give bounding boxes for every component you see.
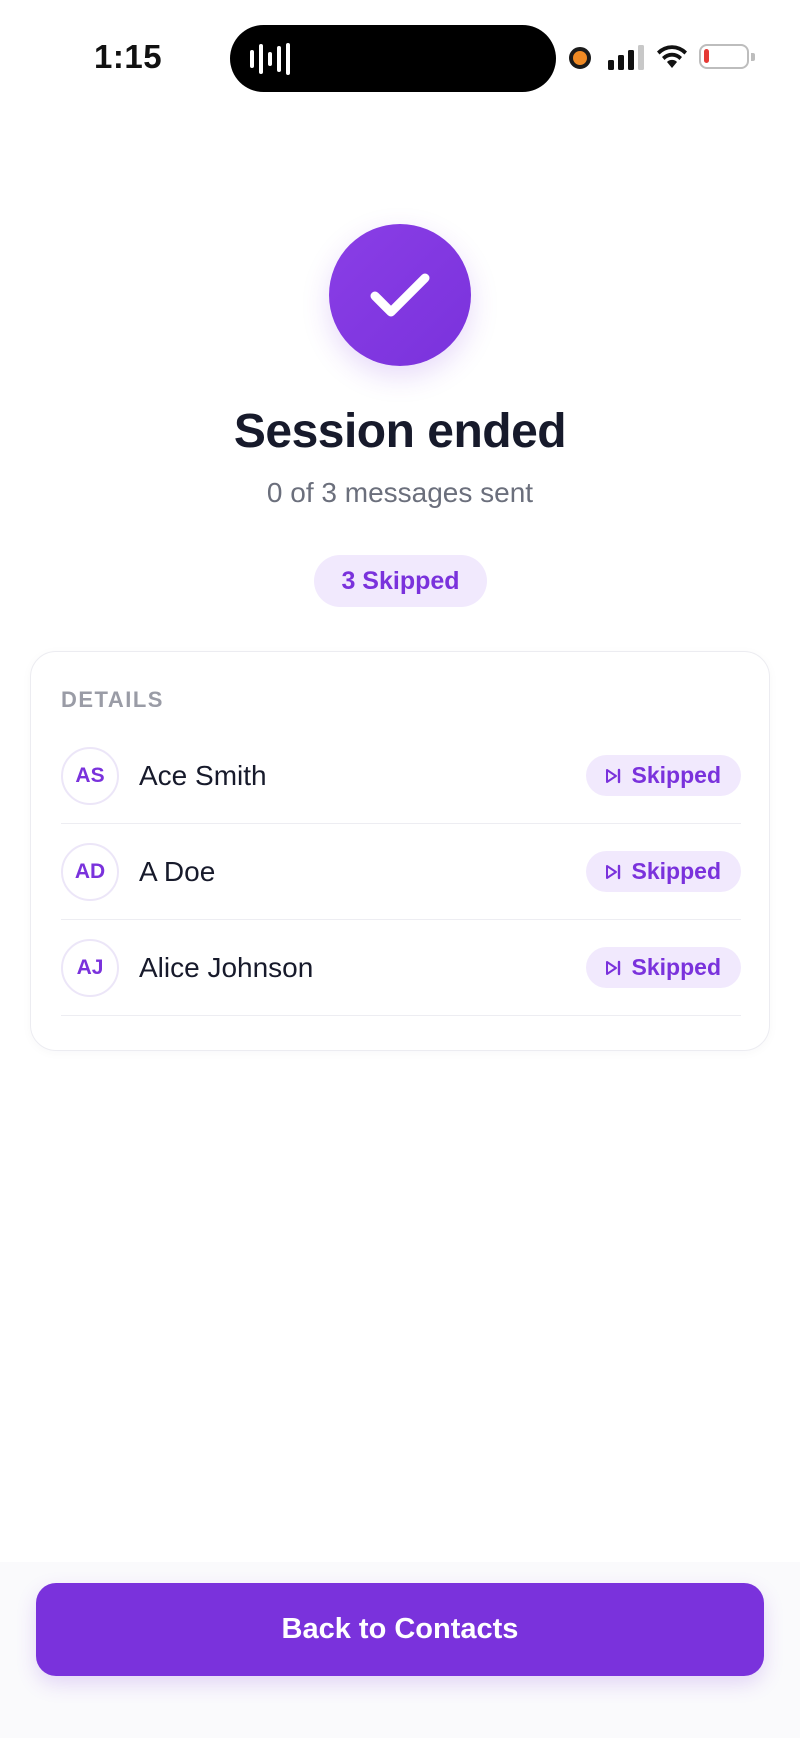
contact-name: A Doe <box>139 855 216 887</box>
status-bar: 1:15 <box>0 0 800 110</box>
skip-icon <box>605 864 620 879</box>
status-label: Skipped <box>631 762 721 788</box>
details-heading: DETAILS <box>61 687 164 712</box>
status-badge: Skipped <box>585 851 741 892</box>
dynamic-island <box>230 25 556 92</box>
contact-avatar: AJ <box>61 938 119 997</box>
contact-row: AS Ace Smith Skipped <box>61 728 741 824</box>
back-to-contacts-button[interactable]: Back to Contacts <box>36 1583 764 1676</box>
page-title: Session ended <box>233 405 567 458</box>
recording-indicator-icon <box>569 47 591 69</box>
battery-icon <box>699 44 755 69</box>
contact-list: AS Ace Smith Skipped AD A Doe Skipped AJ… <box>61 728 741 1016</box>
status-time: 1:15 <box>94 38 163 75</box>
status-badge: Skipped <box>585 755 741 796</box>
status-label: Skipped <box>631 954 721 980</box>
cellular-signal-icon <box>608 44 644 70</box>
contact-row: AJ Alice Johnson Skipped <box>61 920 741 1016</box>
wifi-icon <box>657 45 687 68</box>
messages-sent-summary: 0 of 3 messages sent <box>266 477 534 508</box>
contact-name: Alice Johnson <box>139 951 314 983</box>
details-card: DETAILS AS Ace Smith Skipped AD A Doe Sk… <box>30 651 770 1051</box>
status-badge: Skipped <box>585 947 741 988</box>
skip-icon <box>605 768 620 783</box>
contact-avatar: AS <box>61 746 119 805</box>
skipped-count-badge: 3 Skipped <box>314 555 487 607</box>
checkmark-icon <box>370 273 430 317</box>
contact-avatar: AD <box>61 842 119 901</box>
contact-name: Ace Smith <box>139 759 267 791</box>
battery-level-fill <box>704 49 709 63</box>
contact-row: AD A Doe Skipped <box>61 824 741 920</box>
skip-icon <box>605 960 620 975</box>
status-label: Skipped <box>631 858 721 884</box>
success-badge <box>329 224 471 366</box>
audio-waveform-icon <box>250 43 290 75</box>
